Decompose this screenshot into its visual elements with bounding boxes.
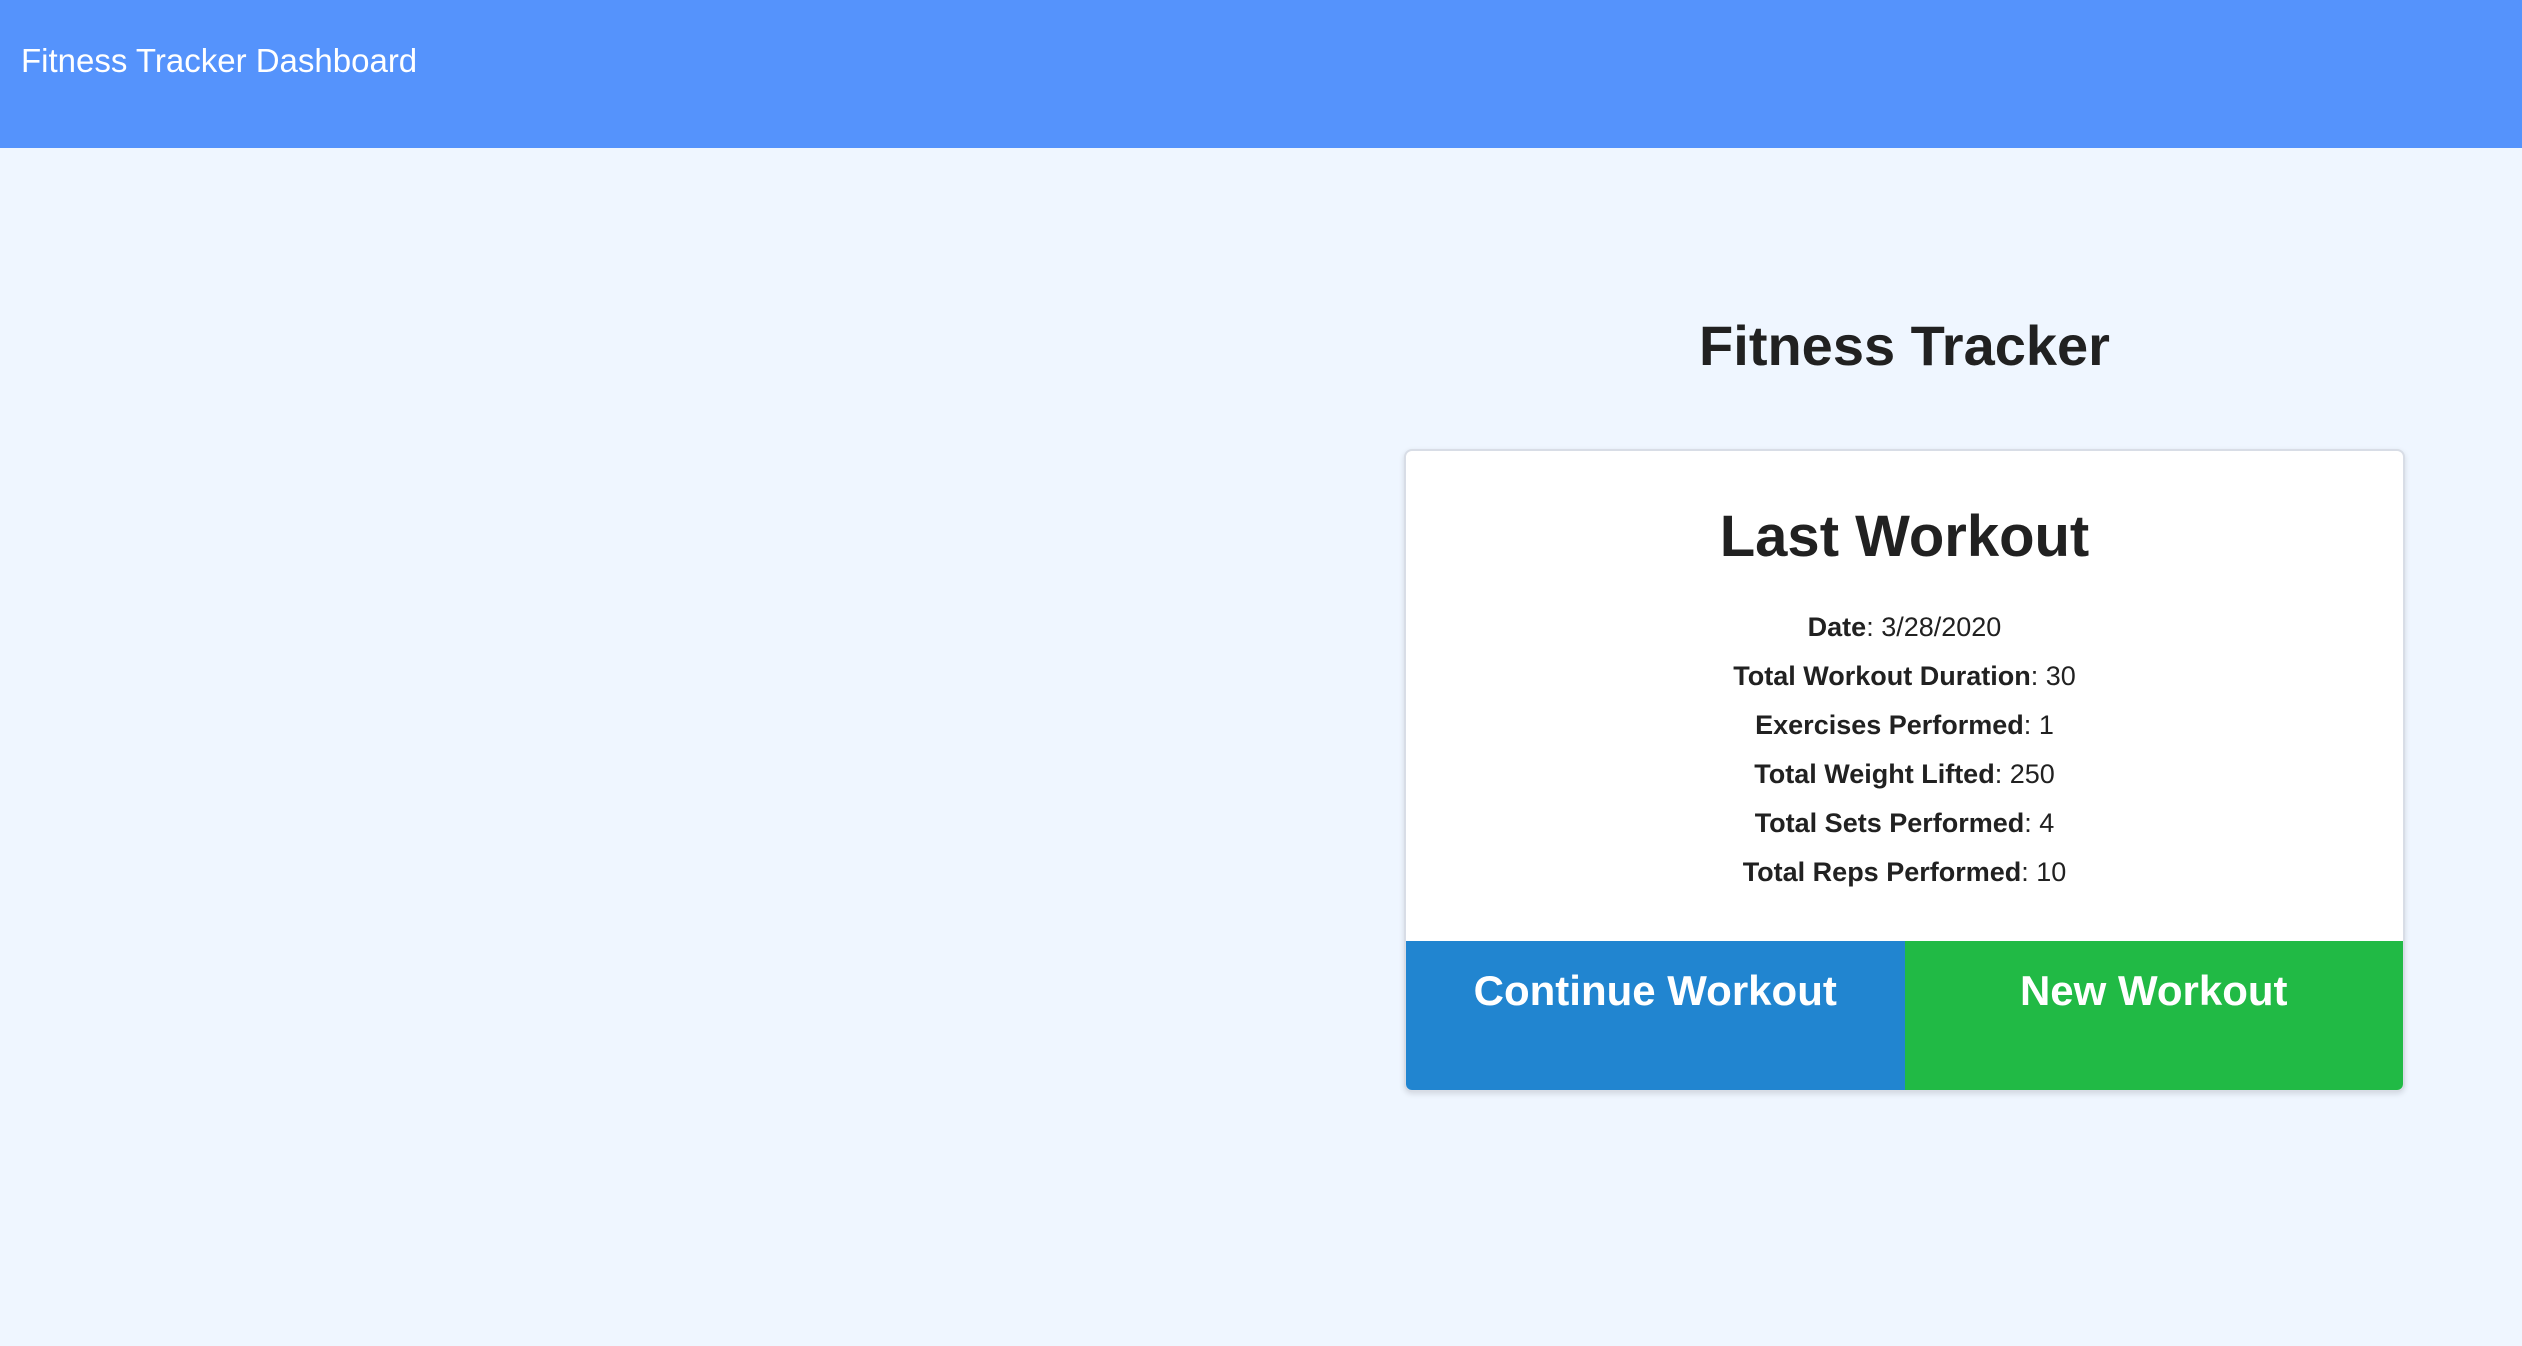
stat-value: 1 <box>2038 710 2054 740</box>
card-actions: Continue Workout New Workout <box>1406 941 2403 1090</box>
stat-label: Exercises Performed <box>1755 710 2024 740</box>
stat-value: 4 <box>2039 808 2055 838</box>
last-workout-card: Last Workout Date: 3/28/2020 Total Worko… <box>1404 449 2405 1092</box>
continue-workout-button[interactable]: Continue Workout <box>1406 941 1905 1090</box>
stat-label: Date <box>1807 612 1867 642</box>
card-title: Last Workout <box>1719 504 2090 569</box>
stat-reps: Total Reps Performed: 10 <box>1742 857 2067 887</box>
stat-label: Total Reps Performed <box>1742 857 2022 887</box>
workout-stats: Date: 3/28/2020 Total Workout Duration: … <box>1406 603 2403 897</box>
stat-date: Date: 3/28/2020 <box>1807 612 2002 642</box>
stat-value: 10 <box>2036 857 2067 887</box>
stat-value: 3/28/2020 <box>1881 612 2002 642</box>
top-navbar: Fitness Tracker Dashboard <box>0 0 2522 148</box>
stat-sets: Total Sets Performed: 4 <box>1754 808 2055 838</box>
navbar-brand-link[interactable]: Fitness Tracker Dashboard <box>21 40 417 82</box>
stat-label: Total Sets Performed <box>1754 808 2025 838</box>
stat-exercises: Exercises Performed: 1 <box>1755 710 2054 740</box>
stat-duration: Total Workout Duration: 30 <box>1733 661 2076 691</box>
stat-value: 30 <box>2045 661 2076 691</box>
stat-value: 250 <box>2009 759 2055 789</box>
stat-label: Total Workout Duration <box>1733 661 2031 691</box>
new-workout-button[interactable]: New Workout <box>1904 941 2403 1090</box>
stat-label: Total Weight Lifted <box>1754 759 1995 789</box>
stat-weight: Total Weight Lifted: 250 <box>1754 759 2055 789</box>
page-title: Fitness Tracker <box>1699 314 2110 377</box>
